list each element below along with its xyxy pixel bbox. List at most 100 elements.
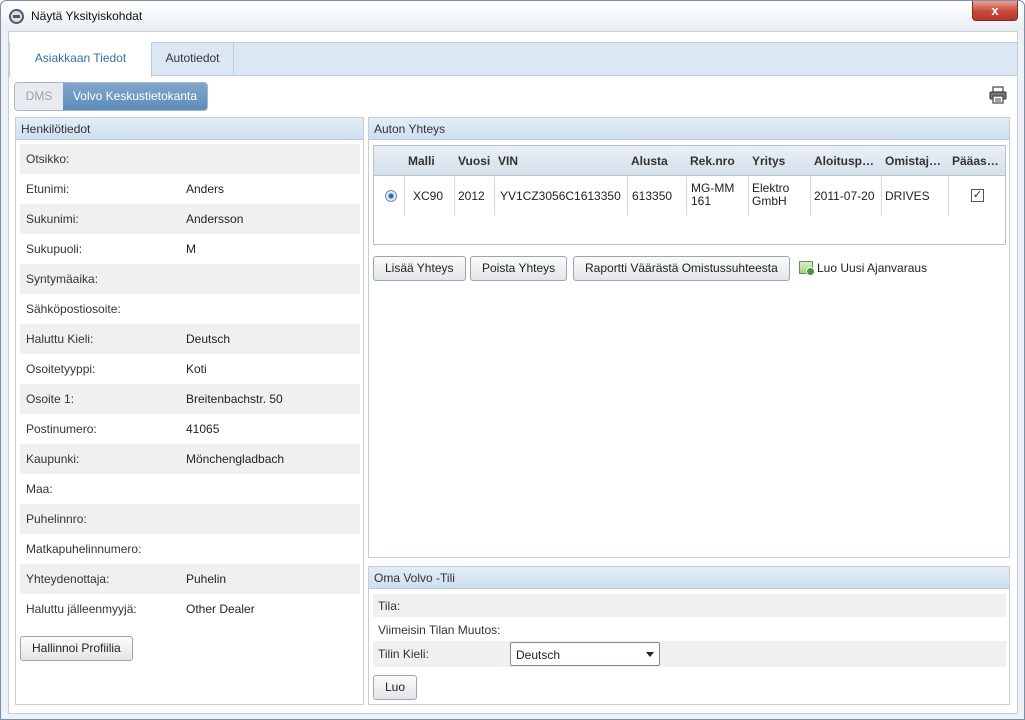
field-row: Yhteydenottaja: Puhelin <box>20 564 360 594</box>
tab-customer-info[interactable]: Asiakkaan Tiedot <box>9 42 152 77</box>
column-header-company[interactable]: Yritys <box>752 154 810 168</box>
field-value-preferred-dealer: Other Dealer <box>186 602 255 616</box>
field-value-city: Mönchengladbach <box>186 452 285 466</box>
field-value-address-type: Koti <box>186 362 207 376</box>
field-value-first-name: Anders <box>186 182 225 196</box>
column-header-reg-number[interactable]: Rek.nro <box>690 154 748 168</box>
column-header-primary[interactable]: Pääas… <box>952 154 1002 168</box>
field-value-postal-code: 41065 <box>186 422 220 436</box>
window-title: Näytä Yksityiskohdat <box>31 9 143 23</box>
last-change-row: Viimeisin Tilan Muutos: <box>373 618 1006 641</box>
field-row: Maa: <box>20 474 360 504</box>
vehicle-connection-header: Auton Yhteys <box>369 118 1009 140</box>
personal-info-header: Henkilötiedot <box>16 118 363 140</box>
report-wrong-ownership-button[interactable]: Raportti Väärästä Omistussuhteesta <box>573 256 790 281</box>
field-row: Sukunimi: Andersson <box>20 204 360 234</box>
field-row: Sähköpostiosoite: <box>20 294 360 324</box>
field-row: Puhelinnro: <box>20 504 360 534</box>
field-label-language: Haluttu Kieli: <box>26 332 94 346</box>
status-label: Tila: <box>378 599 401 613</box>
field-value-address-1: Breitenbachstr. 50 <box>186 392 283 406</box>
field-row: Otsikko: <box>20 144 360 174</box>
field-label-address-1: Osoite 1: <box>26 392 75 406</box>
window-content: Asiakkaan Tiedot Autotiedot DMS Volvo Ke… <box>8 31 1018 714</box>
field-label-contact-method: Yhteydenottaja: <box>26 572 110 586</box>
field-row: Haluttu Kieli: Deutsch <box>20 324 360 354</box>
field-label-gender: Sukupuoli: <box>26 242 83 256</box>
new-appointment-label: Luo Uusi Ajanvaraus <box>817 261 928 275</box>
details-window: Näytä Yksityiskohdat x Asiakkaan Tiedot … <box>0 0 1025 720</box>
tab-car-info[interactable]: Autotiedot <box>152 42 234 76</box>
table-row[interactable]: XC90 2012 YV1CZ3056C1613350 613350 MG-MM… <box>374 176 1005 216</box>
field-row: Kaupunki: Mönchengladbach <box>20 444 360 474</box>
cell-owner: DRIVES <box>885 189 930 203</box>
create-account-button[interactable]: Luo <box>373 675 418 700</box>
column-header-model[interactable]: Malli <box>408 154 454 168</box>
print-icon[interactable] <box>989 86 1007 104</box>
field-label-email: Sähköpostiosoite: <box>26 302 121 316</box>
field-row: Sukupuoli: M <box>20 234 360 264</box>
cell-start-date: 2011-07-20 <box>814 189 875 203</box>
field-label-first-name: Etunimi: <box>26 182 70 196</box>
field-label-mobile: Matkapuhelinnumero: <box>26 542 142 556</box>
field-label-country: Maa: <box>26 482 53 496</box>
field-label-last-name: Sukunimi: <box>26 212 79 226</box>
column-header-vin[interactable]: VIN <box>498 154 628 168</box>
cell-year: 2012 <box>458 189 485 203</box>
field-label-address-type: Osoitetyyppi: <box>26 362 96 376</box>
field-row: Osoitetyyppi: Koti <box>20 354 360 384</box>
cell-vin: YV1CZ3056C1613350 <box>500 189 621 203</box>
field-row: Syntymäaika: <box>20 264 360 294</box>
close-button[interactable]: x <box>972 1 1018 21</box>
last-change-label: Viimeisin Tilan Muutos: <box>378 623 501 637</box>
status-row: Tila: <box>373 594 1006 617</box>
field-value-language: Deutsch <box>186 332 231 346</box>
account-language-value: Deutsch <box>516 648 561 662</box>
volvo-logo-icon <box>9 9 24 24</box>
vehicle-grid: Malli Vuosi VIN Alusta Rek.nro Yritys Al… <box>373 145 1006 245</box>
cell-reg-number: MG-MM 161 <box>691 181 735 208</box>
manage-profiles-button[interactable]: Hallinnoi Profiilia <box>20 636 133 661</box>
remove-connection-button[interactable]: Poista Yhteys <box>470 256 568 281</box>
field-value-contact-method: Puhelin <box>186 572 227 586</box>
central-database-toggle-button[interactable]: Volvo Keskustietokanta <box>63 83 207 110</box>
field-label-phone: Puhelinnro: <box>26 512 87 526</box>
field-row: Postinumero: 41065 <box>20 414 360 444</box>
my-volvo-panel: Oma Volvo -Tili Tila: Viimeisin Tilan Mu… <box>368 566 1010 705</box>
field-row: Etunimi: Anders <box>20 174 360 204</box>
personal-info-panel: Henkilötiedot Otsikko: Etunimi: Anders S… <box>15 117 364 705</box>
chevron-down-icon <box>646 652 654 657</box>
row-select-radio[interactable] <box>385 190 397 202</box>
column-header-chassis[interactable]: Alusta <box>631 154 685 168</box>
field-value-last-name: Andersson <box>186 212 244 226</box>
field-value-gender: M <box>186 242 196 256</box>
cell-company: Elektro GmbH <box>752 181 790 208</box>
account-language-row: Tilin Kieli: Deutsch <box>373 641 1006 667</box>
column-header-start-date[interactable]: Aloitusp… <box>814 154 880 168</box>
field-label-title: Otsikko: <box>26 152 70 166</box>
cell-model: XC90 <box>413 189 444 203</box>
column-header-year[interactable]: Vuosi <box>458 154 498 168</box>
title-bar: Näytä Yksityiskohdat x <box>1 1 1024 31</box>
add-connection-button[interactable]: Lisää Yhteys <box>373 256 466 281</box>
primary-checkbox[interactable]: ✓ <box>971 189 984 202</box>
cell-chassis: 613350 <box>632 189 673 203</box>
vehicle-grid-header: Malli Vuosi VIN Alusta Rek.nro Yritys Al… <box>374 146 1005 176</box>
calendar-add-icon <box>799 261 815 276</box>
field-row: Matkapuhelinnumero: <box>20 534 360 564</box>
field-label-city: Kaupunki: <box>26 452 80 466</box>
field-row: Haluttu jälleenmyyjä: Other Dealer <box>20 594 360 624</box>
new-appointment-link[interactable]: Luo Uusi Ajanvaraus <box>799 261 928 276</box>
source-toggle: DMS Volvo Keskustietokanta <box>14 82 208 111</box>
my-volvo-header: Oma Volvo -Tili <box>369 567 1009 589</box>
account-language-select[interactable]: Deutsch <box>510 642 660 666</box>
account-language-label: Tilin Kieli: <box>378 647 429 661</box>
vehicle-connection-panel: Auton Yhteys Malli Vuosi VIN Alusta Rek.… <box>368 117 1010 558</box>
dms-toggle-button[interactable]: DMS <box>15 83 63 110</box>
field-label-birth-date: Syntymäaika: <box>26 272 99 286</box>
field-row: Osoite 1: Breitenbachstr. 50 <box>20 384 360 414</box>
tab-bar: Asiakkaan Tiedot Autotiedot <box>9 42 1017 77</box>
field-label-preferred-dealer: Haluttu jälleenmyyjä: <box>26 602 137 616</box>
column-header-owner[interactable]: Omistaj… <box>885 154 947 168</box>
field-label-postal-code: Postinumero: <box>26 422 97 436</box>
